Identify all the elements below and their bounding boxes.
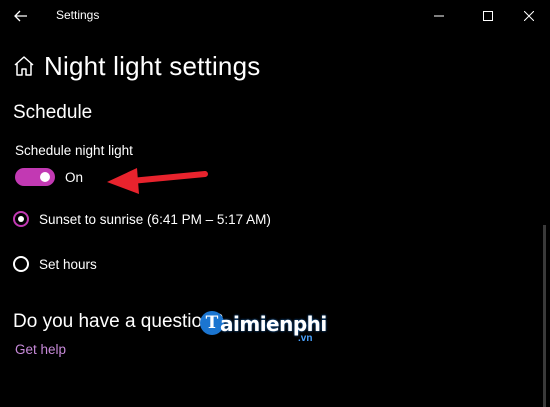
radio-button[interactable] [13,256,29,272]
app-title: Settings [56,8,100,22]
toggle-knob [40,172,50,182]
help-question: Do you have a question? [13,311,224,332]
maximize-button[interactable] [465,2,511,30]
back-button[interactable] [8,4,34,28]
close-button[interactable] [506,2,550,30]
watermark-tld: .vn [298,333,313,344]
radio-button-checked[interactable] [13,211,29,227]
radio-set-hours[interactable]: Set hours [13,253,97,275]
maximize-icon [483,11,493,21]
radio-label: Sunset to sunrise (6:41 PM – 5:17 AM) [39,211,271,227]
home-icon [14,56,34,76]
annotation-arrow-icon [107,168,208,194]
page-title: Night light settings [44,50,261,81]
page-header: Night light settings [12,50,260,82]
watermark-logo: T aimienphi .vn [200,307,340,347]
minimize-button[interactable] [416,2,462,30]
get-help-link[interactable]: Get help [15,342,66,357]
radio-label: Set hours [39,256,97,272]
arrow-left-icon [14,10,27,22]
section-title-schedule: Schedule [13,102,93,123]
minimize-icon [434,15,444,17]
radio-sunset-to-sunrise[interactable]: Sunset to sunrise (6:41 PM – 5:17 AM) [13,208,271,230]
scrollbar[interactable] [543,225,546,407]
schedule-night-light-toggle[interactable] [15,168,55,186]
toggle-label: Schedule night light [15,143,133,158]
title-bar: Settings [0,0,550,32]
close-icon [524,11,534,21]
toggle-state-label: On [65,170,84,185]
